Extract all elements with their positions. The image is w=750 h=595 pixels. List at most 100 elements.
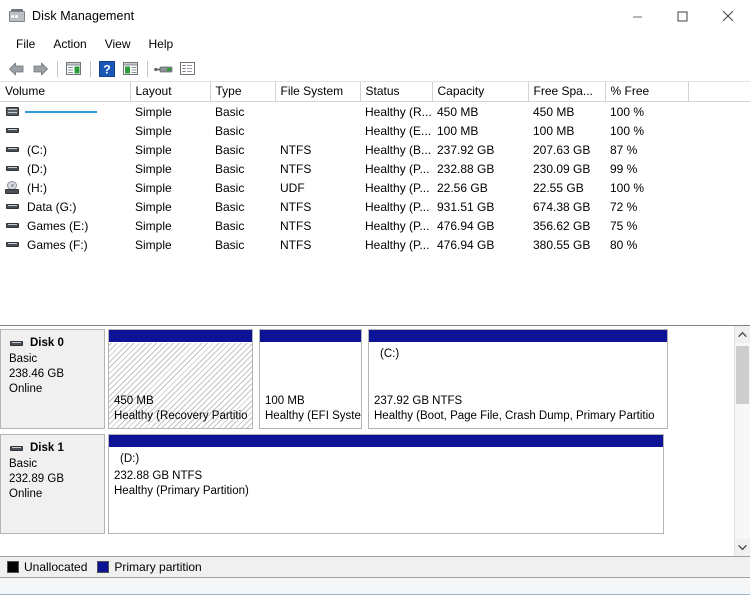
title-bar: Disk Management [0,0,750,32]
volume-list-pane: Volume Layout Type File System Status Ca… [0,82,750,326]
drive-icon [5,124,21,137]
menu-action[interactable]: Action [44,34,95,54]
minimize-button[interactable] [615,0,660,32]
volume-label: (C:) [27,142,47,157]
cd-drive-icon [5,180,21,195]
cell-empty [688,140,750,159]
window-title: Disk Management [32,9,135,23]
volume-label: Games (E:) [27,218,89,233]
cell-status: Healthy (P... [365,237,430,252]
cell-percent-free: 72 % [610,199,638,214]
disk-management-icon [9,8,25,24]
partition-recovery[interactable]: 450 MB Healthy (Recovery Partitio [108,329,253,429]
cell-file-system: UDF [280,180,305,195]
partition-color-bar [260,330,361,343]
cell-layout: Simple [135,237,172,252]
disk-type: Basic [9,353,38,365]
unallocated-swatch-icon [7,561,19,573]
column-header-capacity[interactable]: Capacity [432,82,529,102]
column-header-free-space[interactable]: Free Spa... [528,82,606,102]
drive-icon [5,162,21,175]
partition-d[interactable]: (D:) 232.88 GB NTFS Healthy (Primary Par… [108,434,664,534]
table-row[interactable]: Data (G:) Simple Basic NTFS Healthy (P..… [0,197,750,216]
cell-capacity: 232.88 GB [437,161,495,176]
cell-status: Healthy (R... [365,104,432,119]
table-row[interactable]: Simple Basic Healthy (R... 450 MB 450 MB… [0,102,750,122]
disk-title: Disk 0 [9,336,104,351]
partition-status: Healthy (EFI Syster [265,410,361,422]
column-header-volume[interactable]: Volume [0,82,131,102]
partition-label: (D:) [120,453,140,465]
disk-info-panel[interactable]: Disk 0 Basic 238.46 GB Online [0,329,105,429]
table-row[interactable]: Simple Basic Healthy (E... 100 MB 100 MB… [0,121,750,140]
back-button[interactable] [5,58,28,80]
cell-empty [688,235,750,254]
scroll-down-button[interactable] [735,539,750,556]
cell-free-space: 380.55 GB [533,237,591,252]
column-header-type[interactable]: Type [210,82,276,102]
table-row[interactable]: (H:) Simple Basic UDF Healthy (P... 22.5… [0,178,750,197]
volume-table-header-row: Volume Layout Type File System Status Ca… [0,82,750,102]
properties-button[interactable] [176,58,199,80]
column-header-percent-free[interactable]: % Free [605,82,689,102]
table-row[interactable]: (C:) Simple Basic NTFS Healthy (B... 237… [0,140,750,159]
disk-scroll-area: Disk 0 Basic 238.46 GB Online 450 MB Hea… [0,326,734,556]
cell-volume: (D:) [0,159,130,178]
close-icon [722,10,733,22]
disk-info-panel[interactable]: Disk 1 Basic 232.89 GB Online [0,434,105,534]
vertical-scrollbar[interactable] [734,326,750,556]
cell-type: Basic [215,237,245,252]
cell-volume: Data (G:) [0,197,130,216]
cell-layout: Simple [135,123,172,138]
cell-free-space: 22.55 GB [533,180,584,195]
cell-file-system: NTFS [280,161,312,176]
rescan-disks-button[interactable] [152,58,175,80]
column-header-layout[interactable]: Layout [130,82,211,102]
column-header-status[interactable]: Status [360,82,433,102]
table-row[interactable]: (D:) Simple Basic NTFS Healthy (P... 232… [0,159,750,178]
scroll-up-button[interactable] [735,326,750,343]
scrollbar-thumb[interactable] [736,346,749,404]
menu-view[interactable]: View [96,34,140,54]
cell-file-system: NTFS [280,199,312,214]
legend-bar: Unallocated Primary partition [0,556,750,578]
maximize-button[interactable] [660,0,705,32]
column-header-file-system[interactable]: File System [275,82,361,102]
disk-name: Disk 0 [30,337,64,349]
chevron-up-icon [738,331,747,337]
drive-icon [5,105,21,118]
disk-title: Disk 1 [9,441,104,456]
partition-size: 237.92 GB NTFS [374,395,463,407]
close-button[interactable] [705,0,750,32]
cell-volume: Games (E:) [0,216,130,235]
cell-layout: Simple [135,161,172,176]
cell-status: Healthy (B... [365,142,432,157]
scrollbar-track[interactable] [735,343,750,539]
forward-button[interactable] [29,58,52,80]
partition-color-bar [109,435,663,448]
cell-empty [688,197,750,216]
partition-c[interactable]: (C:) 237.92 GB NTFS Healthy (Boot, Page … [368,329,668,429]
disk-size: 232.89 GB [9,473,64,485]
volume-label [25,130,30,132]
cell-file-system [275,102,360,122]
table-row[interactable]: Games (F:) Simple Basic NTFS Healthy (P.… [0,235,750,254]
cell-volume [0,102,130,122]
show-hide-console-tree-button[interactable] [62,58,85,80]
partition-body: 450 MB Healthy (Recovery Partitio [109,343,252,428]
show-hide-action-pane-icon [123,62,138,75]
show-hide-action-pane-button[interactable] [119,58,142,80]
partition-size: 232.88 GB NTFS [114,470,203,482]
menu-file[interactable]: File [7,34,44,54]
volume-label: Games (F:) [27,237,88,252]
table-row[interactable]: Games (E:) Simple Basic NTFS Healthy (P.… [0,216,750,235]
cell-layout: Simple [135,180,172,195]
partition-status: Healthy (Primary Partition) [114,485,249,497]
cell-status: Healthy (P... [365,180,430,195]
help-button[interactable]: ? [95,58,118,80]
column-header-empty[interactable] [688,82,750,102]
svg-text:?: ? [103,62,110,76]
menu-help[interactable]: Help [140,34,183,54]
cell-capacity: 100 MB [437,123,479,138]
partition-efi[interactable]: 100 MB Healthy (EFI Syster [259,329,362,429]
